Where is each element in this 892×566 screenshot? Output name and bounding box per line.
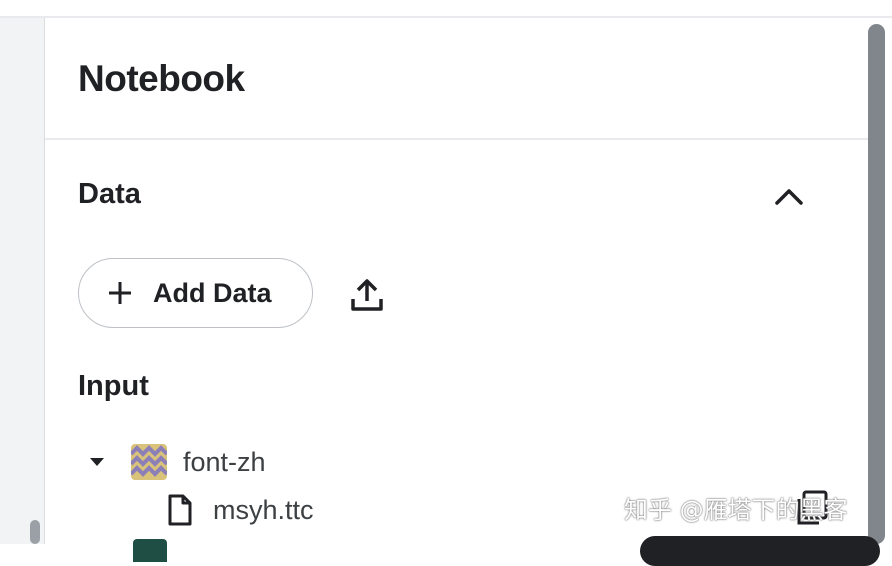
caret-down-icon[interactable]	[85, 450, 109, 474]
next-dataset-icon	[133, 539, 167, 562]
file-icon	[168, 494, 192, 526]
left-rail	[0, 18, 44, 544]
panel-header: Notebook	[45, 18, 869, 140]
data-section-heading: Data	[78, 178, 141, 210]
chevron-up-icon	[775, 189, 803, 205]
dark-toast	[640, 536, 880, 566]
top-strip	[0, 0, 892, 18]
notebook-panel: Notebook Data Add Data Input font-zh msy…	[44, 18, 869, 562]
file-row[interactable]: msyh.ttc	[167, 490, 314, 530]
upload-button[interactable]	[345, 273, 389, 317]
upload-icon	[351, 279, 383, 311]
dataset-row[interactable]: font-zh	[85, 442, 266, 482]
input-heading: Input	[78, 370, 149, 402]
watermark-text: 知乎 @雁塔下的黑客	[624, 496, 848, 524]
add-data-button[interactable]: Add Data	[78, 258, 313, 328]
right-scrollbar-thumb[interactable]	[868, 24, 885, 544]
plus-icon	[109, 282, 131, 304]
left-scrollbar-thumb[interactable]	[30, 520, 40, 544]
dataset-icon	[131, 444, 167, 480]
panel-title: Notebook	[78, 58, 245, 99]
dataset-label: font-zh	[183, 446, 266, 477]
file-label: msyh.ttc	[213, 494, 314, 525]
collapse-data-button[interactable]	[769, 176, 809, 216]
add-data-label: Add Data	[153, 277, 272, 308]
